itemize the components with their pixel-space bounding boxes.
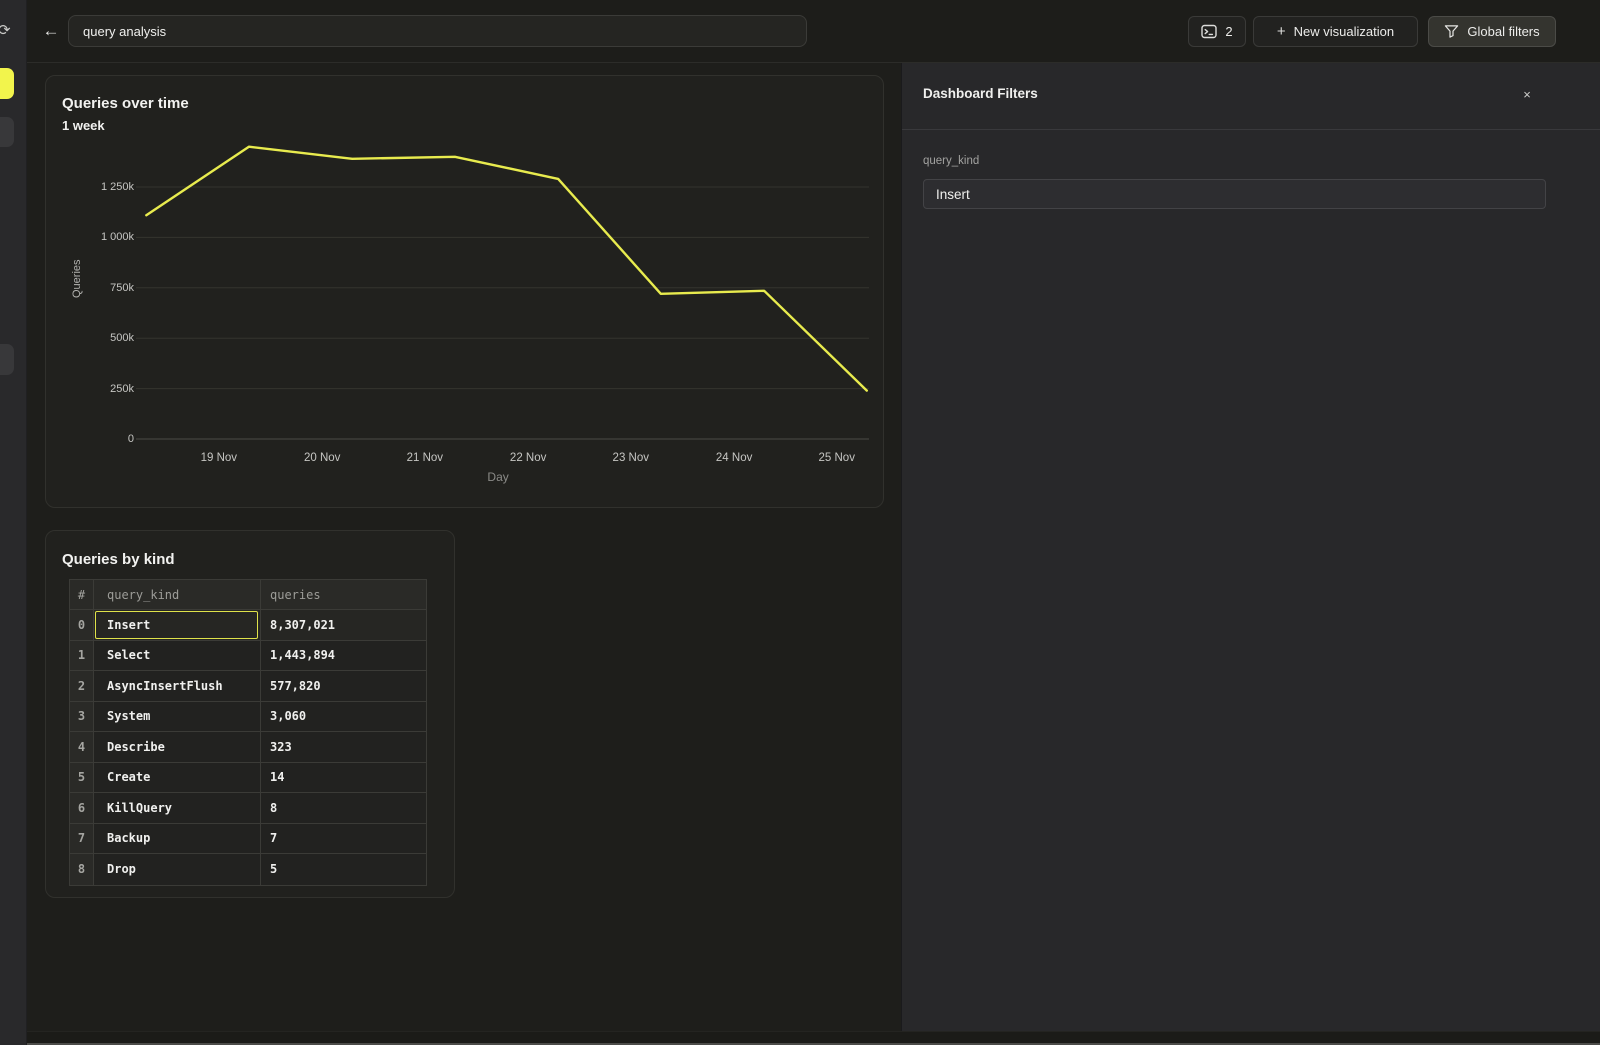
table-row: 6KillQuery8 <box>70 793 426 824</box>
queries-count-cell[interactable]: 14 <box>261 763 425 793</box>
table-row: 1Select1,443,894 <box>70 641 426 672</box>
row-index-cell: 7 <box>70 824 94 854</box>
bottom-scrollbar-track[interactable] <box>27 1031 1600 1045</box>
x-tick-label: 22 Nov <box>493 452 563 464</box>
chart-plot-area[interactable]: 19 Nov 20 Nov 21 Nov 22 Nov 23 Nov 24 Nov 25 N… <box>136 141 869 486</box>
console-icon <box>1201 24 1217 39</box>
global-filters-label: Global filters <box>1467 24 1539 39</box>
row-index-cell: 4 <box>70 732 94 762</box>
query-kind-cell[interactable]: Select <box>94 641 261 671</box>
row-index-cell: 8 <box>70 854 94 885</box>
x-tick-label: 24 Nov <box>699 452 769 464</box>
y-tick-label: 250k <box>110 383 134 396</box>
queries-count-cell[interactable]: 5 <box>261 854 425 885</box>
chart-subtitle: 1 week <box>62 118 105 133</box>
x-tick-label: 21 Nov <box>390 452 460 464</box>
dashboard-app: ⟳ ← 2 + New visualization <box>0 0 1600 1045</box>
column-header-queries: queries <box>261 580 425 609</box>
query-kind-filter-input[interactable] <box>923 179 1546 209</box>
query-kind-cell[interactable]: Insert <box>94 610 261 640</box>
y-tick-label: 750k <box>110 282 134 295</box>
row-index-cell: 2 <box>70 671 94 701</box>
query-kind-cell[interactable]: KillQuery <box>94 793 261 823</box>
queries-count-cell[interactable]: 577,820 <box>261 671 425 701</box>
row-index-cell: 5 <box>70 763 94 793</box>
table-row: 8Drop5 <box>70 854 426 885</box>
table-row: 5Create14 <box>70 763 426 794</box>
mini-sidebar: ⟳ <box>0 0 27 1045</box>
line-chart-svg <box>136 141 869 441</box>
queries-by-kind-card: Queries by kind #query_kindqueries0Inser… <box>45 530 455 898</box>
sidebar-item-2[interactable] <box>0 117 14 147</box>
row-index-cell: 3 <box>70 702 94 732</box>
query-kind-cell[interactable]: Describe <box>94 732 261 762</box>
row-index-cell: 0 <box>70 610 94 640</box>
queries-count-cell[interactable]: 323 <box>261 732 425 762</box>
refresh-icon[interactable]: ⟳ <box>0 21 11 39</box>
query-kind-cell[interactable]: Backup <box>94 824 261 854</box>
panel-divider <box>902 129 1600 130</box>
close-icon[interactable]: × <box>1516 83 1538 105</box>
y-tick-label: 500k <box>110 332 134 345</box>
chart-title: Queries over time <box>62 95 189 112</box>
queries-over-time-card: Queries over time 1 week Queries 0250k50… <box>45 75 884 508</box>
filter-field-label: query_kind <box>923 155 979 167</box>
row-index-cell: 1 <box>70 641 94 671</box>
funnel-icon <box>1444 24 1459 39</box>
sidebar-item-3[interactable] <box>0 344 14 375</box>
query-kind-cell[interactable]: AsyncInsertFlush <box>94 671 261 701</box>
queries-count-cell[interactable]: 7 <box>261 824 425 854</box>
back-button[interactable]: ← <box>37 17 65 45</box>
column-header-query_kind: query_kind <box>94 580 261 609</box>
table-row: 0Insert8,307,021 <box>70 610 426 641</box>
x-axis-title: Day <box>468 470 528 484</box>
selected-cell-highlight <box>95 611 258 639</box>
x-tick-label: 23 Nov <box>596 452 666 464</box>
queries-count-cell[interactable]: 8 <box>261 793 425 823</box>
table-row: 2AsyncInsertFlush577,820 <box>70 671 426 702</box>
new-visualization-button[interactable]: + New visualization <box>1253 16 1418 47</box>
new-visualization-label: New visualization <box>1294 24 1394 39</box>
query-kind-cell[interactable]: Create <box>94 763 261 793</box>
column-header-index: # <box>70 580 94 609</box>
dashboard-filters-panel: Dashboard Filters × query_kind <box>901 63 1600 1045</box>
queries-by-kind-table: #query_kindqueries0Insert8,307,0211Selec… <box>69 579 427 886</box>
table-header-row: #query_kindqueries <box>70 580 426 610</box>
sql-console-tabs-button[interactable]: 2 <box>1188 16 1246 47</box>
x-tick-label: 25 Nov <box>802 452 872 464</box>
queries-count-cell[interactable]: 3,060 <box>261 702 425 732</box>
query-kind-cell[interactable]: System <box>94 702 261 732</box>
y-tick-label: 1 250k <box>101 181 134 194</box>
table-row: 3System3,060 <box>70 702 426 733</box>
dashboard-title-input[interactable] <box>68 15 807 47</box>
x-tick-label: 20 Nov <box>287 452 357 464</box>
queries-count-cell[interactable]: 1,443,894 <box>261 641 425 671</box>
queries-line-series <box>146 147 867 391</box>
plus-icon: + <box>1277 23 1286 40</box>
table-row: 7Backup7 <box>70 824 426 855</box>
topbar: ← 2 + New visualization Global filters <box>27 0 1600 63</box>
query-kind-cell[interactable]: Drop <box>94 854 261 885</box>
tab-count-label: 2 <box>1225 24 1232 39</box>
x-tick-label: 19 Nov <box>184 452 254 464</box>
global-filters-button[interactable]: Global filters <box>1428 16 1556 47</box>
sidebar-item-active-dashboard[interactable] <box>0 68 14 99</box>
table-title: Queries by kind <box>62 551 175 568</box>
y-tick-label: 1 000k <box>101 231 134 244</box>
y-axis-ticks: 0 250k 500k 750k 1 000k 1 250k <box>76 141 134 451</box>
table-row: 4Describe323 <box>70 732 426 763</box>
y-tick-label: 0 <box>128 433 134 446</box>
queries-count-cell[interactable]: 8,307,021 <box>261 610 425 640</box>
row-index-cell: 6 <box>70 793 94 823</box>
filters-panel-title: Dashboard Filters <box>923 86 1038 101</box>
